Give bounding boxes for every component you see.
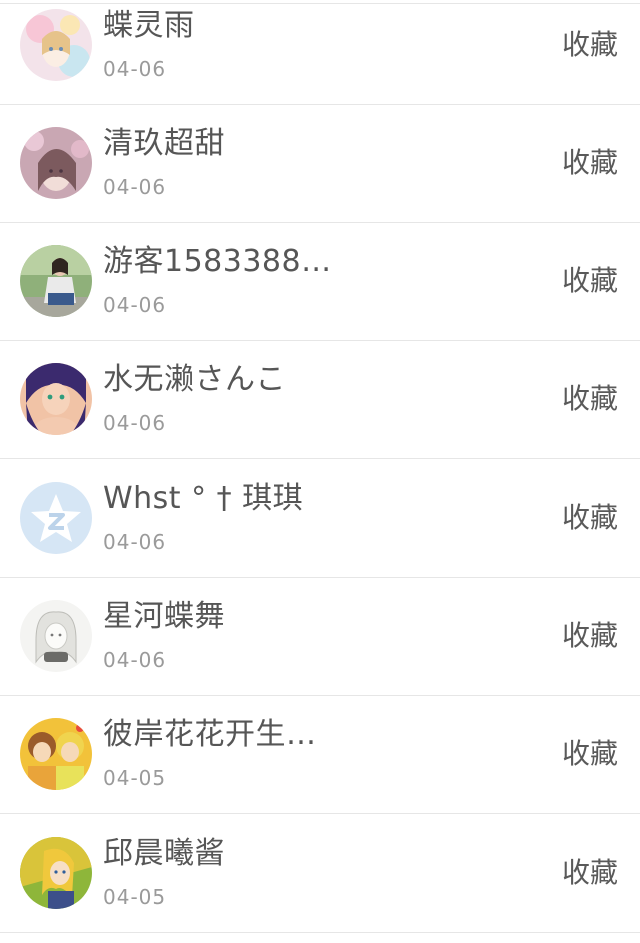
anime-girl-yellow-avatar[interactable] — [20, 837, 92, 909]
favorite-button[interactable]: 收藏 — [562, 29, 618, 61]
user-name: Whst ° † 琪琪 — [103, 482, 304, 516]
favorite-button[interactable]: 收藏 — [562, 265, 618, 297]
user-name: 邱晨曦酱 — [103, 837, 225, 871]
list-item[interactable]: 水无濑さんこ 04-06 收藏 — [0, 341, 640, 459]
anime-girl-pastel-avatar[interactable] — [20, 9, 92, 81]
anime-girl-purple-hair-avatar[interactable] — [20, 363, 92, 435]
qzone-star-default-avatar[interactable] — [20, 482, 92, 554]
anime-girl-pink-avatar[interactable] — [20, 127, 92, 199]
favorite-button[interactable]: 收藏 — [562, 738, 618, 770]
list-item[interactable]: 星河蝶舞 04-06 收藏 — [0, 578, 640, 696]
post-date: 04-06 — [103, 648, 167, 672]
anime-characters-yellow-avatar[interactable] — [20, 718, 92, 790]
favorite-button[interactable]: 收藏 — [562, 383, 618, 415]
list-item[interactable]: 邱晨曦酱 04-05 收藏 — [0, 815, 640, 933]
post-date: 04-06 — [103, 530, 167, 554]
post-date: 04-06 — [103, 411, 167, 435]
post-date: 04-06 — [103, 175, 167, 199]
post-date: 04-05 — [103, 885, 167, 909]
list-item[interactable]: 蝶灵雨 04-06 收藏 — [0, 0, 640, 105]
post-date: 04-05 — [103, 766, 167, 790]
post-date: 04-06 — [103, 293, 167, 317]
sketch-girl-avatar[interactable] — [20, 600, 92, 672]
photo-girl-outdoor-avatar[interactable] — [20, 245, 92, 317]
list-item[interactable]: Whst ° † 琪琪 04-06 收藏 — [0, 460, 640, 578]
user-name: 彼岸花花开生… — [103, 718, 317, 752]
post-date: 04-06 — [103, 57, 167, 81]
user-name: 水无濑さんこ — [103, 363, 286, 397]
list-item[interactable]: 清玖超甜 04-06 收藏 — [0, 105, 640, 223]
user-name: 星河蝶舞 — [103, 600, 225, 634]
user-name: 清玖超甜 — [103, 127, 225, 161]
favorite-button[interactable]: 收藏 — [562, 502, 618, 534]
favorite-button[interactable]: 收藏 — [562, 147, 618, 179]
user-name: 蝶灵雨 — [103, 9, 195, 43]
list-item[interactable]: 彼岸花花开生… 04-05 收藏 — [0, 696, 640, 814]
favorite-button[interactable]: 收藏 — [562, 620, 618, 652]
favorite-button[interactable]: 收藏 — [562, 857, 618, 889]
list-item[interactable]: 游客1583388… 04-06 收藏 — [0, 223, 640, 341]
user-list: 蝶灵雨 04-06 收藏 清玖超甜 04-06 收藏 游客1583388… 04… — [0, 0, 640, 943]
user-name: 游客1583388… — [103, 245, 332, 279]
